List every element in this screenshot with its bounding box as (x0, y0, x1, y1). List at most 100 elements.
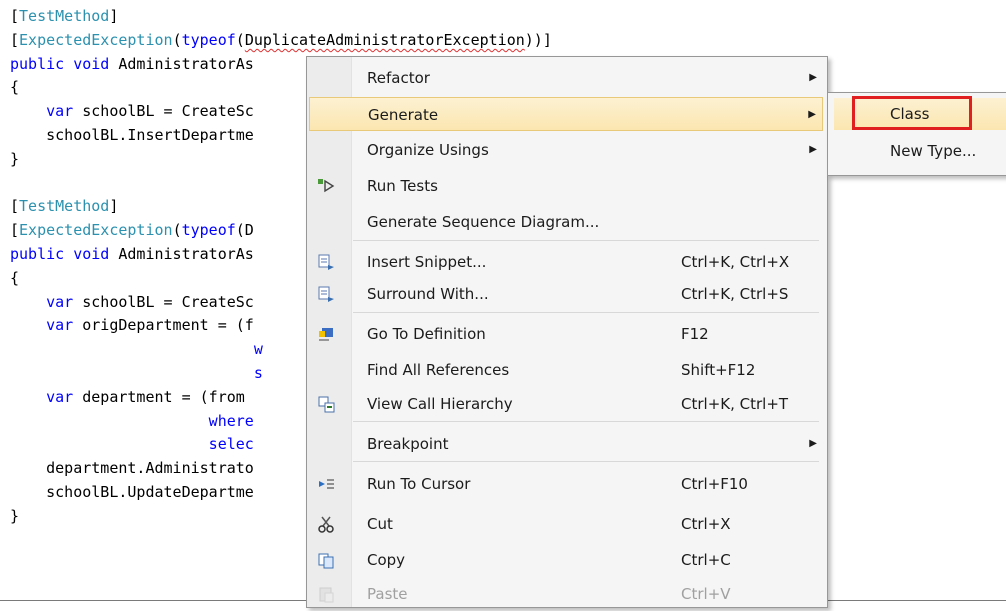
code-token: ] (109, 7, 119, 25)
code-line: department.Administrato (10, 458, 254, 479)
code-token: var (46, 316, 74, 335)
menu-item-label: Refactor (367, 69, 430, 87)
menu-item-label: Paste (367, 585, 408, 603)
submenu-arrow-icon: ▶ (809, 144, 817, 155)
code-line: s (10, 363, 263, 384)
code-token: ExpectedException (19, 30, 173, 49)
menu-item-label: Cut (367, 515, 393, 533)
menu-item-paste[interactable]: Paste Ctrl+V (309, 577, 823, 611)
submenu-arrow-icon: ▶ (809, 438, 817, 449)
menu-item-copy[interactable]: Copy Ctrl+C (309, 543, 823, 577)
generate-submenu: Class New Type... (827, 92, 1006, 176)
code-token: w (10, 340, 263, 359)
code-line: w (10, 339, 263, 360)
menu-item-label: Run To Cursor (367, 475, 471, 493)
code-token: selec (10, 435, 254, 454)
code-token: DuplicateAdministratorException (244, 30, 525, 49)
code-line: [TestMethod] (10, 196, 118, 217)
menu-separator (353, 240, 819, 241)
code-token: ] (109, 197, 119, 216)
code-token: typeof (181, 30, 236, 49)
menu-item-surround-with[interactable]: Surround With... Ctrl+K, Ctrl+S (309, 277, 823, 311)
code-token: department = (from (73, 387, 245, 406)
code-token: [ (10, 30, 20, 49)
code-line: { (10, 268, 19, 289)
menu-item-label: Generate Sequence Diagram... (367, 213, 600, 231)
menu-item-label: View Call Hierarchy (367, 395, 513, 413)
code-line: var department = (from (10, 387, 245, 408)
context-menu: Refactor ▶ Generate ▶ Organize Usings ▶ Run Te… (306, 56, 828, 608)
menu-item-shortcut: Ctrl+K, Ctrl+T (681, 395, 789, 413)
menu-item-shortcut: Ctrl+V (681, 585, 731, 603)
code-line: { (10, 77, 19, 98)
menu-item-label: Go To Definition (367, 325, 486, 343)
code-token: (D (235, 221, 254, 240)
menu-item-run-to-cursor[interactable]: Run To Cursor Ctrl+F10 (309, 467, 823, 501)
code-token: schoolBL.InsertDepartme (10, 126, 254, 144)
menu-item-label: Insert Snippet... (367, 253, 487, 271)
code-token: { (10, 268, 20, 287)
menu-separator (353, 312, 819, 313)
code-token: [ (10, 197, 20, 216)
menu-item-refactor[interactable]: Refactor ▶ (309, 61, 823, 95)
code-token: ( (172, 221, 182, 240)
menu-item-shortcut: Shift+F12 (681, 361, 756, 379)
menu-item-generate[interactable]: Generate ▶ (309, 97, 823, 131)
code-line: public void AdministratorAs (10, 244, 254, 265)
menu-item-label: Copy (367, 551, 406, 569)
code-token: ))] (524, 30, 552, 49)
menu-item-breakpoint[interactable]: Breakpoint ▶ (309, 427, 823, 461)
code-token: schoolBL = CreateSc (73, 292, 254, 311)
code-token: AdministratorAs (118, 54, 254, 73)
menu-item-label: Organize Usings (367, 141, 489, 159)
menu-item-view-call-hierarchy[interactable]: View Call Hierarchy Ctrl+K, Ctrl+T (309, 387, 823, 421)
code-token: where (10, 411, 254, 430)
code-line: public void AdministratorAs (10, 54, 254, 75)
code-token: var (46, 387, 74, 406)
menu-item-go-to-definition[interactable]: Go To Definition F12 (309, 317, 823, 351)
menu-item-run-tests[interactable]: Run Tests (309, 169, 823, 203)
menu-item-shortcut: Ctrl+K, Ctrl+X (681, 253, 790, 271)
code-line: [ExpectedException(typeof(D (10, 220, 254, 241)
submenu-item-new-type[interactable]: New Type... (834, 135, 1006, 167)
menu-item-insert-snippet[interactable]: Insert Snippet... Ctrl+K, Ctrl+X (309, 245, 823, 279)
menu-item-generate-sequence-diagram[interactable]: Generate Sequence Diagram... (309, 205, 823, 239)
menu-separator (353, 421, 819, 422)
menu-item-find-all-references[interactable]: Find All References Shift+F12 (309, 353, 823, 387)
code-line: var schoolBL = CreateSc (10, 292, 254, 313)
snippet-icon (317, 253, 335, 271)
code-token: schoolBL.UpdateDepartme (10, 483, 254, 501)
menu-item-shortcut: F12 (681, 325, 709, 343)
code-line: var origDepartment = (f (10, 315, 254, 336)
menu-item-shortcut: Ctrl+X (681, 515, 731, 533)
submenu-item-label: New Type... (890, 142, 977, 160)
code-token: { (10, 78, 20, 97)
menu-item-label: Breakpoint (367, 435, 449, 453)
menu-separator (353, 461, 819, 462)
code-token: [ (10, 7, 20, 25)
code-token: origDepartment = (f (73, 316, 254, 335)
code-line: schoolBL.InsertDepartme (10, 125, 254, 146)
code-token: } (10, 149, 20, 168)
code-token: ( (235, 30, 245, 49)
run-tests-icon (317, 177, 335, 195)
code-line: where (10, 411, 254, 432)
menu-item-label: Generate (368, 106, 439, 124)
code-token: ExpectedException (19, 221, 173, 240)
code-line: selec (10, 434, 254, 455)
code-token: typeof (181, 221, 236, 240)
menu-item-organize-usings[interactable]: Organize Usings ▶ (309, 133, 823, 167)
code-token: } (10, 506, 20, 525)
code-token: var (46, 292, 74, 311)
code-token: public void (10, 54, 119, 73)
code-token: s (10, 364, 263, 382)
code-token: [ (10, 221, 20, 240)
menu-item-shortcut: Ctrl+K, Ctrl+S (681, 285, 789, 303)
code-line: } (10, 149, 19, 170)
menu-item-label: Run Tests (367, 177, 438, 195)
menu-item-cut[interactable]: Cut Ctrl+X (309, 507, 823, 541)
